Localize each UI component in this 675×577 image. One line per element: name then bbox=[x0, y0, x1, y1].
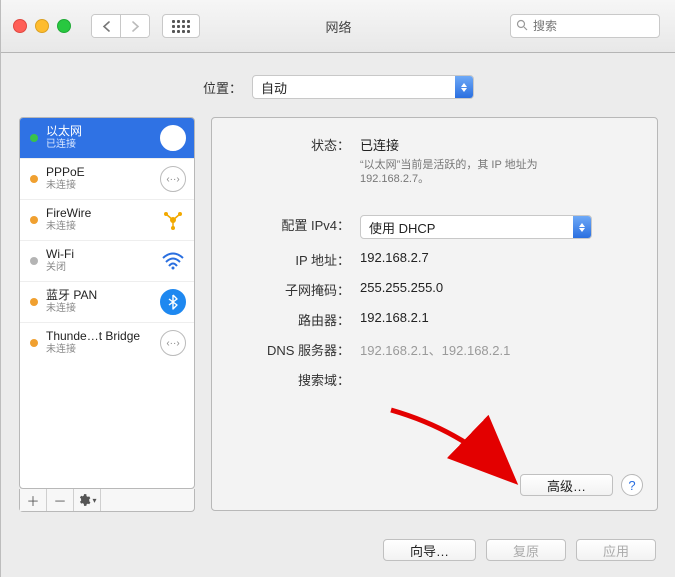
sidebar-item-thunderbolt[interactable]: Thunde…t Bridge 未连接 ‹··› bbox=[20, 322, 194, 363]
sidebar-toolbar: ＋ － ▾ bbox=[19, 489, 195, 512]
help-button[interactable]: ? bbox=[621, 474, 643, 496]
configure-value: 使用 DHCP bbox=[361, 218, 573, 237]
sidebar-item-ethernet[interactable]: 以太网 已连接 ‹··› bbox=[20, 118, 194, 158]
location-value: 自动 bbox=[253, 78, 455, 97]
apply-button[interactable]: 应用 bbox=[576, 539, 656, 561]
zoom-window-button[interactable] bbox=[57, 19, 71, 33]
sidebar-item-wifi[interactable]: Wi-Fi 关闭 bbox=[20, 240, 194, 281]
stepper-icon bbox=[573, 216, 591, 238]
advanced-button[interactable]: 高级… bbox=[520, 474, 613, 496]
minimize-window-button[interactable] bbox=[35, 19, 49, 33]
sidebar-item-firewire[interactable]: FireWire 未连接 bbox=[20, 199, 194, 240]
ip-label: IP 地址： bbox=[228, 247, 360, 269]
item-name: Thunde…t Bridge bbox=[46, 329, 160, 343]
item-name: 蓝牙 PAN bbox=[46, 288, 160, 302]
status-dot-icon bbox=[30, 298, 38, 306]
close-window-button[interactable] bbox=[13, 19, 27, 33]
interface-actions-menu[interactable]: ▾ bbox=[74, 489, 101, 511]
firewire-icon bbox=[160, 207, 186, 233]
status-value: 已连接 bbox=[360, 135, 641, 154]
router-row: 路由器： 192.168.2.1 bbox=[228, 307, 641, 329]
item-status: 关闭 bbox=[46, 261, 160, 275]
network-prefs-window: 网络 位置： 自动 以太网 bbox=[0, 0, 675, 577]
ip-row: IP 地址： 192.168.2.7 bbox=[228, 247, 641, 269]
grid-icon bbox=[172, 20, 190, 33]
status-dot-icon bbox=[30, 339, 38, 347]
searchdomain-label: 搜索域： bbox=[228, 367, 360, 389]
interfaces-list: 以太网 已连接 ‹··› PPPoE 未连接 bbox=[19, 117, 195, 489]
dns-label: DNS 服务器： bbox=[228, 337, 360, 359]
chevron-right-icon bbox=[131, 21, 140, 32]
show-all-prefs-button[interactable] bbox=[162, 14, 200, 38]
ip-value: 192.168.2.7 bbox=[360, 247, 641, 265]
titlebar: 网络 bbox=[1, 0, 675, 53]
gear-icon bbox=[77, 493, 91, 507]
chevron-left-icon bbox=[102, 21, 111, 32]
assist-button[interactable]: 向导… bbox=[383, 539, 476, 561]
status-dot-icon bbox=[30, 257, 38, 265]
remove-interface-button[interactable]: － bbox=[47, 489, 74, 511]
location-label: 位置： bbox=[203, 78, 242, 97]
mask-row: 子网掩码： 255.255.255.0 bbox=[228, 277, 641, 299]
search-input[interactable] bbox=[510, 14, 660, 38]
stepper-icon bbox=[455, 76, 473, 98]
item-status: 未连接 bbox=[46, 220, 160, 234]
status-dot-icon bbox=[30, 216, 38, 224]
ethernet-icon: ‹··› bbox=[160, 330, 186, 356]
router-value: 192.168.2.1 bbox=[360, 307, 641, 325]
item-name: Wi-Fi bbox=[46, 247, 160, 261]
item-name: PPPoE bbox=[46, 165, 160, 179]
columns: 以太网 已连接 ‹··› PPPoE 未连接 bbox=[19, 117, 658, 512]
search-container bbox=[510, 14, 660, 38]
advanced-row: 高级… ? bbox=[520, 474, 643, 496]
item-status: 未连接 bbox=[46, 343, 160, 357]
revert-button[interactable]: 复原 bbox=[486, 539, 566, 561]
status-dot-icon bbox=[30, 134, 38, 142]
add-interface-button[interactable]: ＋ bbox=[20, 489, 47, 511]
details-pane: 状态： 已连接 “以太网”当前是活跃的，其 IP 地址为 192.168.2.7… bbox=[211, 117, 658, 511]
sidebar-item-bluetooth[interactable]: 蓝牙 PAN 未连接 bbox=[20, 281, 194, 322]
item-name: FireWire bbox=[46, 206, 160, 220]
status-description: “以太网”当前是活跃的，其 IP 地址为 192.168.2.7。 bbox=[360, 158, 600, 186]
interfaces-sidebar: 以太网 已连接 ‹··› PPPoE 未连接 bbox=[19, 117, 195, 512]
searchdomain-value bbox=[360, 367, 641, 370]
mask-value: 255.255.255.0 bbox=[360, 277, 641, 295]
bluetooth-icon bbox=[160, 289, 186, 315]
dns-value: 192.168.2.1、192.168.2.1 bbox=[360, 337, 641, 359]
content-area: 位置： 自动 以太网 已连接 ‹··› bbox=[1, 53, 675, 512]
bottom-buttons: 向导… 复原 应用 bbox=[383, 539, 656, 561]
nav-back-forward bbox=[91, 14, 150, 38]
configure-ipv4-select[interactable]: 使用 DHCP bbox=[360, 215, 592, 239]
configure-row: 配置 IPv4： 使用 DHCP bbox=[228, 212, 641, 239]
dns-row: DNS 服务器： 192.168.2.1、192.168.2.1 bbox=[228, 337, 641, 359]
router-label: 路由器： bbox=[228, 307, 360, 329]
item-name: 以太网 bbox=[46, 124, 160, 138]
wifi-icon bbox=[160, 248, 186, 274]
ethernet-icon: ‹··› bbox=[160, 166, 186, 192]
mask-label: 子网掩码： bbox=[228, 277, 360, 299]
item-status: 已连接 bbox=[46, 138, 160, 152]
location-select[interactable]: 自动 bbox=[252, 75, 474, 99]
traffic-lights bbox=[13, 19, 71, 33]
svg-text:‹··›: ‹··› bbox=[167, 133, 179, 143]
forward-button[interactable] bbox=[120, 15, 149, 37]
item-status: 未连接 bbox=[46, 302, 160, 316]
searchdomain-row: 搜索域： bbox=[228, 367, 641, 389]
status-row: 状态： 已连接 “以太网”当前是活跃的，其 IP 地址为 192.168.2.7… bbox=[228, 132, 641, 186]
ethernet-icon: ‹··› bbox=[160, 125, 186, 151]
back-button[interactable] bbox=[92, 15, 120, 37]
sidebar-item-pppoe[interactable]: PPPoE 未连接 ‹··› bbox=[20, 158, 194, 199]
item-status: 未连接 bbox=[46, 179, 160, 193]
configure-label: 配置 IPv4： bbox=[228, 212, 360, 234]
status-dot-icon bbox=[30, 175, 38, 183]
status-label: 状态： bbox=[228, 132, 360, 154]
location-row: 位置： 自动 bbox=[19, 75, 658, 99]
